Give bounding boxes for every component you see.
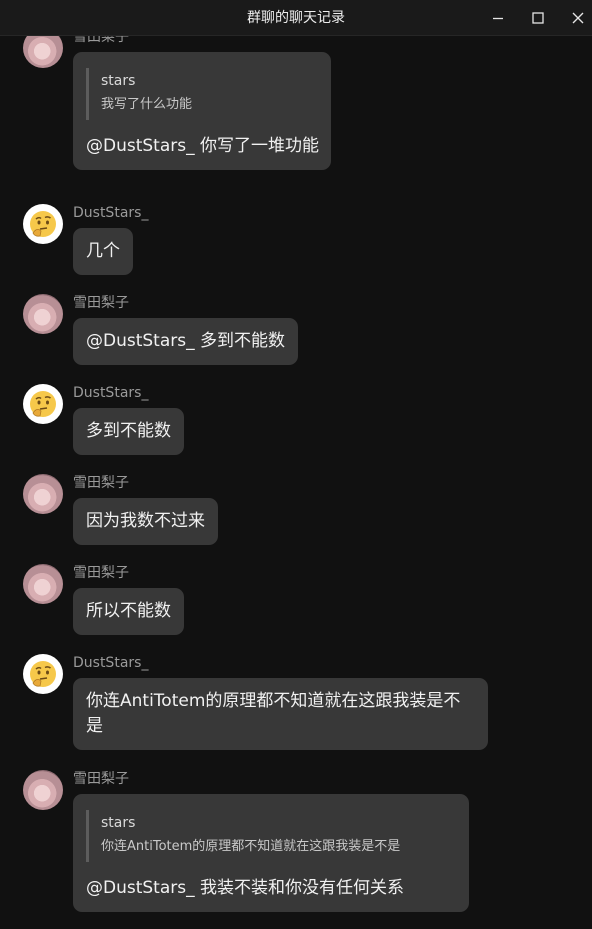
message-bubble[interactable]: stars 你连AntiTotem的原理都不知道就在这跟我装是不是 @DustS…: [73, 794, 469, 912]
message-bubble[interactable]: stars 我写了什么功能 @DustStars_ 你写了一堆功能: [73, 52, 331, 170]
quote-text: 我写了什么功能: [101, 97, 193, 112]
sender-name: 雪田梨子: [73, 771, 129, 787]
avatar[interactable]: [23, 204, 63, 244]
sender-name: DustStars_: [73, 205, 149, 221]
minimize-button[interactable]: [478, 0, 518, 36]
message-bubble[interactable]: 因为我数不过来: [73, 498, 218, 545]
quote-sender: stars: [101, 815, 136, 831]
message-bubble[interactable]: 你连AntiTotem的原理都不知道就在这跟我装是不是: [73, 678, 488, 750]
sender-name: 雪田梨子: [73, 565, 129, 581]
message-bubble[interactable]: 所以不能数: [73, 588, 184, 635]
quote-sender: stars: [101, 73, 136, 89]
message-bubble[interactable]: @DustStars_ 多到不能数: [73, 318, 299, 365]
maximize-icon: [532, 12, 544, 24]
minimize-icon: [493, 17, 503, 20]
avatar[interactable]: [23, 36, 63, 68]
message-text: 多到不能数: [86, 421, 171, 441]
message-text: 几个: [86, 241, 120, 261]
message-bubble[interactable]: 几个: [73, 228, 133, 275]
maximize-button[interactable]: [518, 0, 558, 36]
message-text: 你连AntiTotem的原理都不知道就在这跟我装是不是: [86, 691, 461, 736]
message-text: @DustStars_ 多到不能数: [86, 331, 286, 351]
avatar[interactable]: [23, 384, 63, 424]
message-text: 因为我数不过来: [86, 511, 205, 531]
message-bubble[interactable]: 多到不能数: [73, 408, 184, 455]
sender-name: DustStars_: [73, 655, 149, 671]
avatar[interactable]: [23, 474, 63, 514]
sender-name: 雪田梨子: [73, 295, 129, 311]
thinking-face-icon: [30, 661, 56, 687]
message-text: @DustStars_ 你写了一堆功能: [86, 136, 320, 156]
sender-name: 雪田梨子: [73, 36, 129, 45]
avatar[interactable]: [23, 564, 63, 604]
sender-name: 雪田梨子: [73, 475, 129, 491]
title-bar: 群聊的聊天记录: [0, 0, 592, 36]
thinking-face-icon: [30, 391, 56, 417]
sender-name: DustStars_: [73, 385, 149, 401]
reply-quote[interactable]: stars 我写了什么功能: [86, 68, 318, 120]
avatar[interactable]: [23, 770, 63, 810]
avatar[interactable]: [23, 294, 63, 334]
message-text: 所以不能数: [86, 601, 171, 621]
message-text: @DustStars_ 我装不装和你没有任何关系: [86, 878, 405, 898]
close-icon: [572, 12, 584, 24]
close-button[interactable]: [558, 0, 592, 36]
thinking-face-icon: [30, 211, 56, 237]
avatar[interactable]: [23, 654, 63, 694]
chat-history[interactable]: 雪田梨子 stars 我写了什么功能 @DustStars_ 你写了一堆功能 D…: [0, 36, 592, 929]
reply-quote[interactable]: stars 你连AntiTotem的原理都不知道就在这跟我装是不是: [86, 810, 456, 862]
quote-text: 你连AntiTotem的原理都不知道就在这跟我装是不是: [101, 839, 401, 854]
